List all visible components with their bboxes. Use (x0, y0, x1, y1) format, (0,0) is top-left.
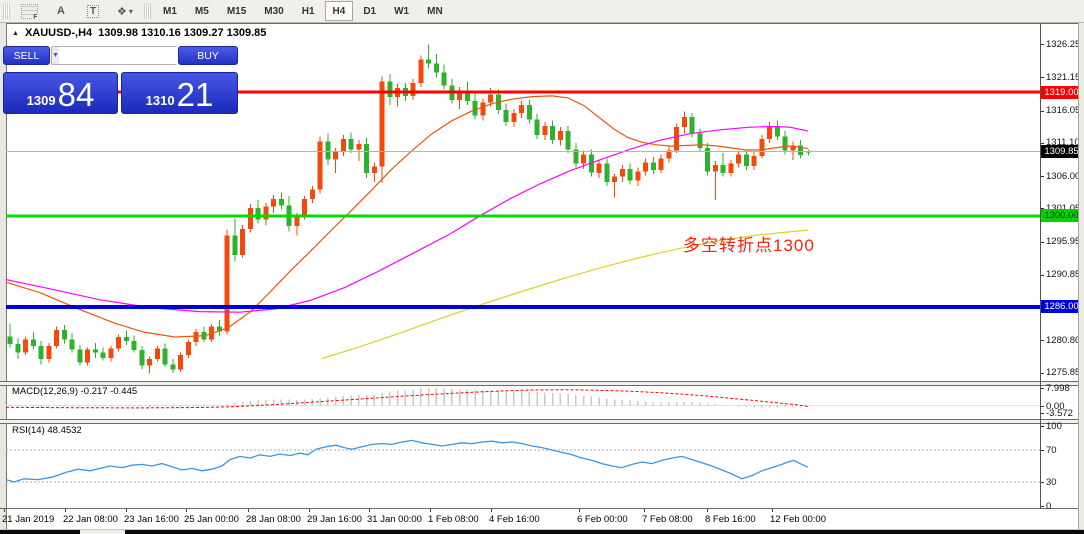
sell-price-box[interactable]: 1309 84 (3, 72, 118, 114)
price-tick-label: 1275.85 (1046, 367, 1081, 379)
date-tick-mark (126, 509, 127, 512)
date-tick-mark (309, 509, 310, 512)
date-tick-mark (186, 509, 187, 512)
price-badge-1309.85: 1309.85 (1041, 145, 1082, 159)
price-tick-label: 1316.05 (1046, 105, 1081, 117)
price-axis-border (1040, 24, 1041, 509)
volume-control: ▼ ▲ (51, 46, 226, 65)
timeframe-button-m1[interactable]: M1 (155, 1, 185, 21)
date-tick-label: 22 Jan 08:00 (63, 514, 118, 525)
order-grid-icon[interactable]: F (13, 2, 45, 21)
price-tick-label: 1295.95 (1046, 236, 1081, 248)
text-annotation-icon[interactable]: A (45, 2, 77, 20)
timeframe-button-h1[interactable]: H1 (294, 1, 323, 21)
date-tick-label: 23 Jan 16:00 (124, 514, 179, 525)
sell-button[interactable]: SELL (3, 46, 50, 65)
taskbar-edge-gap (80, 530, 125, 534)
rsi-dateaxis-border (0, 508, 1084, 509)
date-tick-label: 31 Jan 00:00 (367, 514, 422, 525)
date-tick-mark (430, 509, 431, 512)
symbol-period-label: XAUUSD-,H4 (24, 27, 93, 39)
macd-rsi-splitter[interactable] (0, 419, 1084, 424)
rsi-axis-label: 100 (1046, 421, 1062, 432)
rsi-label: RSI(14) 48.4532 (12, 425, 82, 436)
buy-price-small: 1310 (145, 93, 175, 108)
buy-button[interactable]: BUY (178, 46, 238, 65)
dropdown-caret-icon[interactable]: ▾ (129, 7, 133, 16)
price-tick-label: 1326.25 (1046, 38, 1081, 50)
top-toolbar: F A T ❖ ▾ M1 M5 M15 M30 H1 H4 D1 W1 MN (0, 0, 1084, 23)
price-badge-1286.00: 1286.00 (1041, 300, 1082, 314)
date-tick-label: 1 Feb 08:00 (428, 514, 479, 525)
date-tick-label: 12 Feb 00:00 (770, 514, 826, 525)
sell-price-big: 84 (57, 76, 95, 113)
date-tick-mark (491, 509, 492, 512)
rsi-panel-canvas[interactable] (0, 422, 1084, 508)
timeframe-button-m30[interactable]: M30 (256, 1, 291, 21)
taskbar-edge (0, 530, 1084, 534)
main-macd-splitter[interactable] (0, 381, 1084, 386)
text-box-icon[interactable]: T (77, 2, 109, 20)
macd-axis-label: 7.998 (1046, 382, 1070, 394)
mt4-window: { "toolbar": { "tool_icons": [ {"name": … (0, 0, 1084, 534)
timeframe-button-mn[interactable]: MN (419, 1, 451, 21)
date-tick-label: 8 Feb 16:00 (705, 514, 756, 525)
buy-price-box[interactable]: 1310 21 (121, 72, 238, 114)
date-tick-mark (65, 509, 66, 512)
date-tick-mark (644, 509, 645, 512)
price-badge-1319.00: 1319.00 (1041, 85, 1082, 99)
date-tick-mark (579, 509, 580, 512)
timeframe-button-h4[interactable]: H4 (324, 1, 354, 21)
toolbar-grip-2[interactable] (144, 3, 151, 19)
date-tick-mark (4, 509, 5, 512)
date-tick-label: 21 Jan 2019 (2, 514, 55, 525)
rsi-line (5, 439, 809, 483)
macd-panel-canvas[interactable] (0, 383, 1084, 419)
rsi-axis-label: 0 (1046, 501, 1052, 512)
timeframe-button-w1[interactable]: W1 (386, 1, 417, 21)
one-click-trading-panel: SELL ▼ ▲ BUY 1309 84 1310 21 (3, 46, 239, 114)
macd-axis-label: -3.572 (1046, 408, 1073, 420)
chart-title: ▲ XAUUSD-,H4 1309.98 1310.16 1309.27 130… (12, 27, 266, 39)
expand-arrow-icon[interactable]: ▲ (12, 30, 19, 37)
date-tick-mark (248, 509, 249, 512)
rsi-axis-label: 70 (1046, 445, 1057, 456)
price-badge-1300.00: 1300.00 (1041, 209, 1082, 223)
ma-mid-magenta (5, 125, 809, 313)
timeframe-button-d1[interactable]: D1 (355, 1, 384, 21)
date-tick-label: 7 Feb 08:00 (642, 514, 693, 525)
window-right-border[interactable] (1078, 23, 1084, 530)
date-tick-label: 6 Feb 00:00 (577, 514, 628, 525)
volume-decrease-button[interactable]: ▼ (52, 47, 59, 64)
date-tick-label: 4 Feb 16:00 (489, 514, 540, 525)
date-tick-mark (772, 509, 773, 512)
timeframe-bar: M1 M5 M15 M30 H1 H4 D1 W1 MN (154, 1, 452, 21)
buy-price-big: 21 (176, 76, 214, 113)
price-tick-label: 1290.85 (1046, 269, 1081, 281)
sell-price-small: 1309 (26, 93, 56, 108)
date-tick-mark (707, 509, 708, 512)
chart-text-annotation: 多空转折点1300 (683, 236, 815, 255)
rsi-axis-label: 30 (1046, 477, 1057, 488)
toolbar-grip[interactable] (3, 3, 10, 19)
date-tick-label: 28 Jan 08:00 (246, 514, 301, 525)
timeframe-button-m15[interactable]: M15 (219, 1, 254, 21)
price-tick-label: 1321.15 (1046, 71, 1081, 83)
date-tick-mark (369, 509, 370, 512)
arrows-tool-icon[interactable]: ❖ ▾ (109, 2, 141, 20)
price-tick-label: 1306.00 (1046, 170, 1081, 182)
date-tick-label: 29 Jan 16:00 (307, 514, 362, 525)
ohlc-values: 1309.98 1310.16 1309.27 1309.85 (98, 27, 267, 39)
price-tick-label: 1280.80 (1046, 334, 1081, 346)
macd-label: MACD(12,26,9) -0.217 -0.445 (12, 386, 138, 397)
timeframe-button-m5[interactable]: M5 (187, 1, 217, 21)
date-tick-label: 25 Jan 00:00 (184, 514, 239, 525)
